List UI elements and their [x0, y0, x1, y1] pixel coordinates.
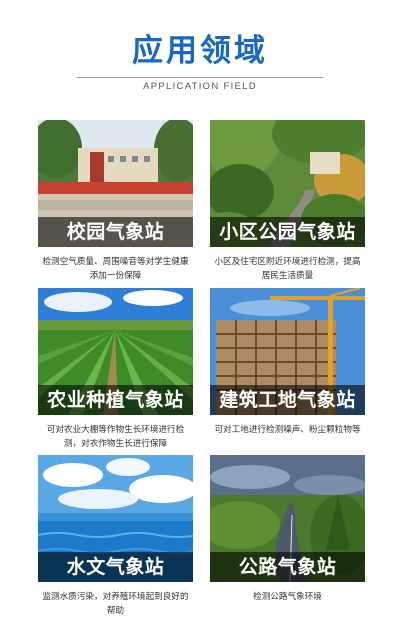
application-card-construction: 建筑工地气象站 可对工地进行检测噪声、粉尘颗粒物等	[210, 288, 365, 437]
card-description: 小区及住宅区附近环境进行检测，提高居民生活质量	[214, 257, 361, 281]
farmland-photo: 农业种植气象站	[38, 288, 193, 415]
park-photo: 小区公园气象站	[210, 120, 365, 247]
page-header: 应用领域 APPLICATION FIELD	[0, 0, 400, 104]
card-description: 可对工地进行检测噪声、粉尘颗粒物等	[214, 425, 361, 435]
application-card-agriculture: 农业种植气象站 可对农业大棚等作物生长环境进行检测，对农作物生长进行保障	[38, 288, 193, 451]
page-subtitle: APPLICATION FIELD	[143, 81, 257, 92]
construction-site-photo: 建筑工地气象站	[210, 288, 365, 415]
card-title: 校园气象站	[38, 217, 193, 247]
title-divider	[77, 77, 323, 78]
highway-photo: 公路气象站	[210, 455, 365, 582]
card-description: 检测空气质量、周围噪音等对学生健康添加一份保障	[42, 257, 189, 281]
page-title: 应用领域	[132, 33, 268, 69]
application-card-hydrology: 水文气象站 监测水质污染，对养殖环境起到良好的帮助	[38, 455, 193, 618]
application-card-campus: 校园气象站 检测空气质量、周围噪音等对学生健康添加一份保障	[38, 120, 193, 283]
campus-photo: 校园气象站	[38, 120, 193, 247]
application-card-park: 小区公园气象站 小区及住宅区附近环境进行检测，提高居民生活质量	[210, 120, 365, 283]
ocean-photo: 水文气象站	[38, 455, 193, 582]
card-title: 小区公园气象站	[210, 217, 365, 247]
card-description: 监测水质污染，对养殖环境起到良好的帮助	[42, 592, 189, 616]
card-title: 公路气象站	[210, 552, 365, 582]
card-title: 农业种植气象站	[38, 385, 193, 415]
card-description: 检测公路气象环境	[253, 592, 322, 602]
card-description: 可对农业大棚等作物生长环境进行检测，对农作物生长进行保障	[46, 425, 185, 449]
application-card-highway: 公路气象站 检测公路气象环境	[210, 455, 365, 604]
card-title: 水文气象站	[38, 552, 193, 582]
card-title: 建筑工地气象站	[210, 385, 365, 415]
